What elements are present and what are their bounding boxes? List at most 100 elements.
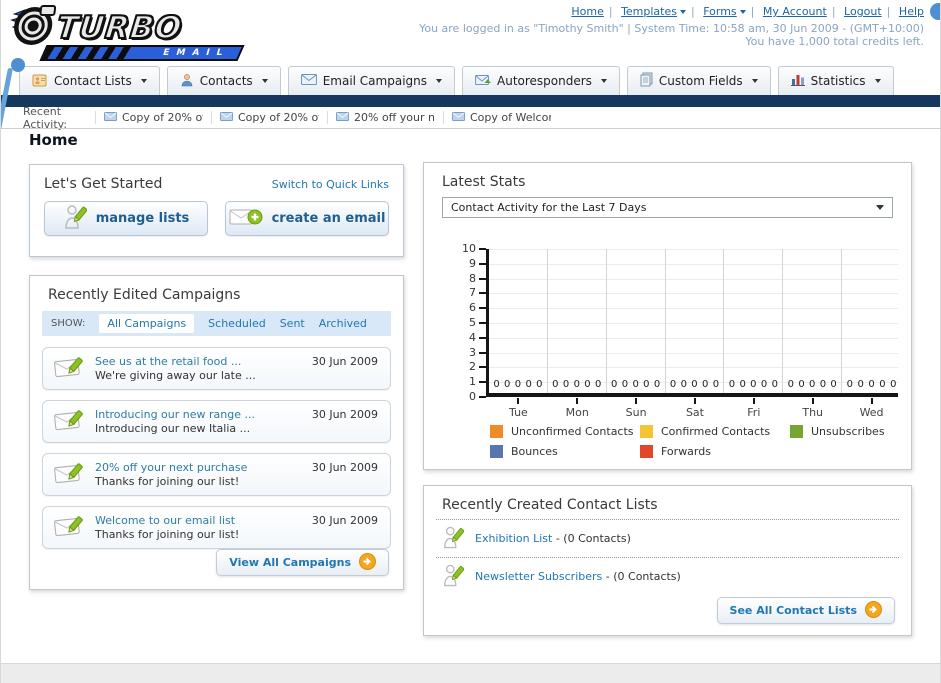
value-label: 0 <box>771 379 778 390</box>
tab-email-campaigns[interactable]: Email Campaigns <box>287 66 455 95</box>
top-link-templates[interactable]: Templates <box>621 5 677 18</box>
legend-label: Forwards <box>661 445 711 458</box>
top-link-home[interactable]: Home <box>571 5 603 18</box>
campaign-row[interactable]: Introducing our new range ... Introducin… <box>42 400 391 443</box>
campaign-title-link[interactable]: Welcome to our email list <box>95 514 235 527</box>
value-label: 0 <box>868 379 875 390</box>
campaign-list: See us at the retail food ... We're givi… <box>42 347 391 549</box>
tab-label: Statistics <box>810 74 866 88</box>
campaign-title-link[interactable]: Introducing our new range ... <box>95 408 255 421</box>
value-label: 0 <box>514 379 522 390</box>
value-label: 0 <box>584 379 591 390</box>
bar-chart-icon <box>790 73 805 89</box>
tab-contact-lists[interactable]: Contact Lists <box>19 66 160 95</box>
create-email-button[interactable]: create an email <box>225 201 389 236</box>
y-axis-label: 7 <box>469 286 476 300</box>
y-axis-tick <box>479 322 486 324</box>
contact-list-row[interactable]: Exhibition List - (0 Contacts) <box>424 520 911 557</box>
tab-custom-fields[interactable]: Custom Fields <box>626 66 771 95</box>
filter-scheduled[interactable]: Scheduled <box>208 317 266 330</box>
contact-activity-chart: 0 1 2 3 4 5 6 7 8 9 10 0 0 0 0 0 Tue 0 0 0 0 0 Mon 0 0 0 0 0 Sun 0 0 0 0… <box>462 242 898 419</box>
value-label: 0 <box>712 379 720 390</box>
campaign-title-link[interactable]: 20% off your next purchase <box>95 461 247 474</box>
value-label: 0 <box>702 379 709 390</box>
envelope-icon <box>220 111 233 124</box>
campaign-row[interactable]: See us at the retail food ... We're givi… <box>42 347 391 390</box>
legend-swatch <box>490 425 503 438</box>
value-label: 0 <box>728 379 736 390</box>
see-all-contact-lists-button[interactable]: See All Contact Lists <box>716 597 895 624</box>
envelope-icon <box>452 111 465 124</box>
tab-autoresponders[interactable]: Autoresponders <box>462 66 620 95</box>
value-label: 0 <box>890 379 897 390</box>
main-nav-tabs: Contact Lists Contacts Email Campaigns A… <box>19 66 894 95</box>
legend-item: Forwards <box>640 445 790 458</box>
x-axis-label: Sun <box>625 406 647 419</box>
y-axis-label: 9 <box>469 256 476 270</box>
top-link-my-account[interactable]: My Account <box>763 5 827 18</box>
top-nav-links: Home | Templates | Forms | My Account | Logo… <box>571 5 924 18</box>
y-axis-tick <box>479 351 486 354</box>
chevron-down-icon <box>680 10 686 14</box>
y-axis-label: 0 <box>469 390 476 403</box>
y-axis-tick <box>479 366 486 369</box>
logo-title: TURBO <box>54 9 185 47</box>
value-label: 0 <box>819 379 827 390</box>
value-label: 0 <box>594 379 602 390</box>
envelope-icon <box>300 74 317 88</box>
person-icon <box>180 73 194 90</box>
filter-sent[interactable]: Sent <box>280 317 305 330</box>
recent-activity-label: Recent Activity: <box>23 104 68 131</box>
y-axis-label: 1 <box>469 375 476 389</box>
show-label: SHOW: <box>51 318 86 329</box>
y-axis-tick <box>479 307 486 310</box>
recent-activity-link[interactable]: Copy of 20% off yo <box>211 111 327 124</box>
recent-activity-link[interactable]: Copy of 20% off yo <box>95 111 211 124</box>
top-link-logout[interactable]: Logout <box>844 5 882 18</box>
top-link-forms[interactable]: Forms <box>703 5 736 18</box>
top-link-help[interactable]: Help <box>899 5 924 18</box>
envelope-pencil-icon <box>53 460 85 489</box>
manage-lists-button[interactable]: manage lists <box>44 201 208 236</box>
campaign-row[interactable]: Welcome to our email list Thanks for joi… <box>42 506 391 549</box>
value-label: 0 <box>846 379 853 390</box>
value-label: 0 <box>536 379 543 390</box>
recent-activity-link[interactable]: 20% off your next p <box>327 111 443 124</box>
contact-list-count: - (0 Contacts) <box>552 532 631 545</box>
tab-label: Autoresponders <box>497 74 592 88</box>
tab-label: Contact Lists <box>54 74 132 88</box>
value-label: 0 <box>760 379 768 390</box>
person-pencil-icon <box>442 525 465 553</box>
see-all-contact-lists-label: See All Contact Lists <box>729 604 857 617</box>
contact-list-link[interactable]: Exhibition List <box>475 532 552 545</box>
value-label: 0 <box>493 379 500 390</box>
campaign-row[interactable]: 20% off your next purchase Thanks for jo… <box>42 453 391 496</box>
callout-marker-left <box>11 58 25 72</box>
view-all-campaigns-button[interactable]: View All Campaigns <box>216 549 389 576</box>
value-label: 0 <box>798 379 805 390</box>
switch-quick-links-link[interactable]: Switch to Quick Links <box>272 178 389 191</box>
legend-label: Unconfirmed Contacts <box>511 425 634 438</box>
document-icon <box>640 72 653 90</box>
tab-contacts[interactable]: Contacts <box>166 66 281 95</box>
app-window: TURBO EMAIL Home | Templates | Forms | My A… <box>0 0 941 683</box>
contact-list-link[interactable]: Newsletter Subscribers <box>475 570 602 583</box>
y-axis-tick <box>479 381 486 384</box>
contact-list-row[interactable]: Newsletter Subscribers - (0 Contacts) <box>424 558 911 595</box>
legend-label: Unsubscribes <box>811 425 885 438</box>
value-label: 0 <box>611 379 618 390</box>
x-axis-label: Tue <box>509 406 528 419</box>
person-pencil-icon <box>442 563 465 591</box>
filter-archived[interactable]: Archived <box>319 317 367 330</box>
tab-statistics[interactable]: Statistics <box>777 66 894 95</box>
legend-swatch <box>790 425 803 438</box>
campaigns-title: Recently Edited Campaigns <box>48 287 241 303</box>
tab-label: Contacts <box>199 74 253 88</box>
y-axis-tick <box>479 292 486 295</box>
campaign-title-link[interactable]: See us at the retail food ... <box>95 355 241 368</box>
chart-day-group: 00000 <box>724 249 784 393</box>
stats-dropdown[interactable]: Contact Activity for the Last 7 Days <box>442 197 893 218</box>
x-axis-label: Sat <box>685 406 704 419</box>
filter-all-campaigns[interactable]: All Campaigns <box>99 314 195 333</box>
recent-activity-link[interactable]: Copy of Welcome to <box>443 111 559 124</box>
